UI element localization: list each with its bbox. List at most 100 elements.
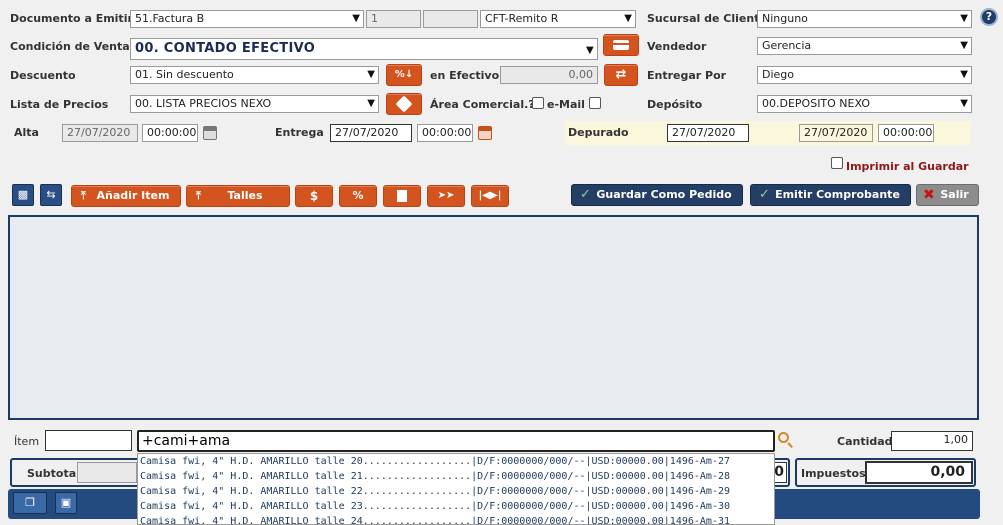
documento-select[interactable]: 51.Factura B ▼ [130, 10, 364, 28]
alta-date-field: 27/07/2020 [62, 124, 138, 142]
sucursal-select-value: Ninguno [762, 12, 808, 25]
entrega-date-field[interactable]: 27/07/2020 [330, 124, 412, 142]
help-icon[interactable]: ? [980, 8, 998, 26]
descuento-select[interactable]: 01. Sin descuento ▼ [130, 66, 379, 84]
arrow-up-icon: ⤒ [196, 189, 201, 202]
email-checkbox[interactable] [589, 97, 601, 109]
area-comercial-checkbox[interactable] [532, 97, 544, 109]
refresh-button[interactable]: ⇄ [604, 64, 638, 86]
percent-button[interactable]: % [339, 185, 377, 207]
chevron-down-icon: ▼ [960, 69, 968, 80]
deposito-label: Depósito [647, 98, 703, 111]
chevron-down-icon: ▼ [352, 13, 360, 24]
imprimir-label: Imprimir al Guardar [846, 160, 969, 173]
lista-label: Lista de Precios [10, 98, 109, 111]
sucursal-label: Sucursal de Cliente [647, 12, 767, 25]
vendedor-select-value: Gerencia [762, 39, 812, 52]
chevron-down-icon: ▼ [624, 13, 632, 24]
list-item[interactable]: Camisa fwi, 4" H.D. AMARILLO talle 20...… [138, 454, 774, 469]
chevron-down-icon: ▼ [960, 98, 968, 109]
calendar-icon[interactable] [478, 126, 492, 140]
documento-number-field: 1 [366, 10, 421, 28]
depurado-date-field[interactable]: 27/07/2020 [667, 124, 749, 142]
impuestos-label: Impuestos [801, 467, 866, 480]
entrega-time-field[interactable]: 00:00:00 [417, 124, 473, 142]
remito-select-value: CFT-Remito R [485, 12, 559, 25]
card-button[interactable] [603, 34, 639, 56]
guardar-pedido-label: Guardar Como Pedido [596, 188, 732, 201]
tag-icon [395, 95, 413, 113]
imprimir-checkbox[interactable] [831, 157, 843, 169]
efectivo-field: 0,00 [500, 66, 598, 84]
search-suggestions[interactable]: Camisa fwi, 4" H.D. AMARILLO talle 20...… [137, 453, 775, 525]
swap-arrows-icon: ⇄ [615, 67, 627, 82]
documento-blank-field [423, 10, 478, 28]
transfer-icon[interactable]: ⇆ [40, 184, 62, 206]
documento-select-value: 51.Factura B [135, 12, 205, 25]
documento-label: Documento a Emitir [10, 12, 133, 25]
lista-select-value: 00. LISTA PRECIOS NEXO [135, 97, 272, 110]
product-search-input[interactable]: +cami+ama [137, 430, 775, 452]
descuento-label: Descuento [10, 69, 76, 82]
emitir-comprobante-label: Emitir Comprobante [775, 188, 900, 201]
chevron-down-icon: ▼ [960, 40, 968, 51]
list-item[interactable]: Camisa fwi, 4" H.D. AMARILLO talle 22...… [138, 484, 774, 499]
calculator-icon [397, 190, 407, 202]
expand-button[interactable]: |◀▶| [471, 185, 509, 207]
lista-select[interactable]: 00. LISTA PRECIOS NEXO ▼ [130, 95, 379, 113]
emitir-comprobante-button[interactable]: ✓ Emitir Comprobante [750, 184, 911, 206]
guardar-pedido-button[interactable]: ✓ Guardar Como Pedido [571, 184, 743, 206]
deposito-select-value: 00.DEPOSITO NEXO [762, 97, 870, 110]
sucursal-select[interactable]: Ninguno ▼ [757, 10, 972, 28]
talles-button[interactable]: ⤒ Talles [186, 185, 290, 207]
percent-download-button[interactable]: %↓ [386, 64, 422, 86]
anadir-item-button[interactable]: ⤒ Añadir Item [71, 185, 181, 207]
arrow-up-icon: ⤒ [81, 189, 86, 202]
anadir-item-label: Añadir Item [96, 189, 170, 202]
depurado-time-field[interactable]: 00:00:00 [878, 124, 934, 142]
copy-icon[interactable]: ❐ [13, 492, 47, 514]
dollar-button[interactable]: $ [295, 185, 333, 207]
entregar-select[interactable]: Diego ▼ [757, 66, 972, 84]
entregar-select-value: Diego [762, 68, 795, 81]
condicion-select-value: 00. CONTADO EFECTIVO [135, 41, 316, 56]
percent-icon: % [352, 189, 364, 202]
item-code-field[interactable] [45, 430, 132, 451]
entregar-label: Entregar Por [647, 69, 727, 82]
item-label: Ítem [14, 435, 40, 448]
alta-label: Alta [14, 126, 39, 139]
cart-icon[interactable]: ▣ [55, 492, 77, 514]
remito-select[interactable]: CFT-Remito R ▼ [480, 10, 636, 28]
list-item[interactable]: Camisa fwi, 4" H.D. AMARILLO talle 21...… [138, 469, 774, 484]
vendedor-label: Vendedor [647, 40, 707, 53]
entrega-label: Entrega [275, 126, 324, 139]
monitor-icon[interactable]: ▩ [12, 184, 34, 206]
calendar-icon[interactable] [203, 126, 217, 140]
salir-button[interactable]: ✖ Salir [916, 184, 979, 206]
chevron-down-icon: ▼ [367, 69, 375, 80]
items-grid[interactable] [8, 215, 979, 420]
check-icon: ✓ [580, 187, 591, 202]
percent-down-icon: %↓ [394, 69, 414, 80]
expand-horizontal-icon: |◀▶| [478, 190, 502, 201]
search-icon[interactable] [777, 431, 795, 449]
calculator-button[interactable] [383, 185, 421, 207]
depurado-date2-field: 27/07/2020 [799, 124, 873, 142]
subtotal-field [77, 462, 137, 483]
chevron-down-icon: ▼ [367, 98, 375, 109]
alta-time-field[interactable]: 00:00:00 [142, 124, 198, 142]
double-arrow-right-icon: ➤➤ [437, 190, 455, 201]
efectivo-label: en Efectivo: [430, 69, 504, 82]
chevron-down-icon: ▼ [960, 13, 968, 24]
forward-button[interactable]: ➤➤ [427, 185, 465, 207]
vendedor-select[interactable]: Gerencia ▼ [757, 37, 972, 55]
condicion-select[interactable]: 00. CONTADO EFECTIVO ▼ [130, 38, 598, 60]
list-item[interactable]: Camisa fwi, 4" H.D. AMARILLO talle 24...… [138, 514, 774, 524]
impuestos-field: 0,00 [865, 461, 973, 484]
email-label: e-Mail [547, 98, 585, 111]
cantidad-label: Cantidad [837, 435, 893, 448]
list-item[interactable]: Camisa fwi, 4" H.D. AMARILLO talle 23...… [138, 499, 774, 514]
deposito-select[interactable]: 00.DEPOSITO NEXO ▼ [757, 95, 972, 113]
cantidad-field[interactable]: 1,00 [891, 431, 973, 451]
price-tag-button[interactable] [386, 93, 422, 115]
